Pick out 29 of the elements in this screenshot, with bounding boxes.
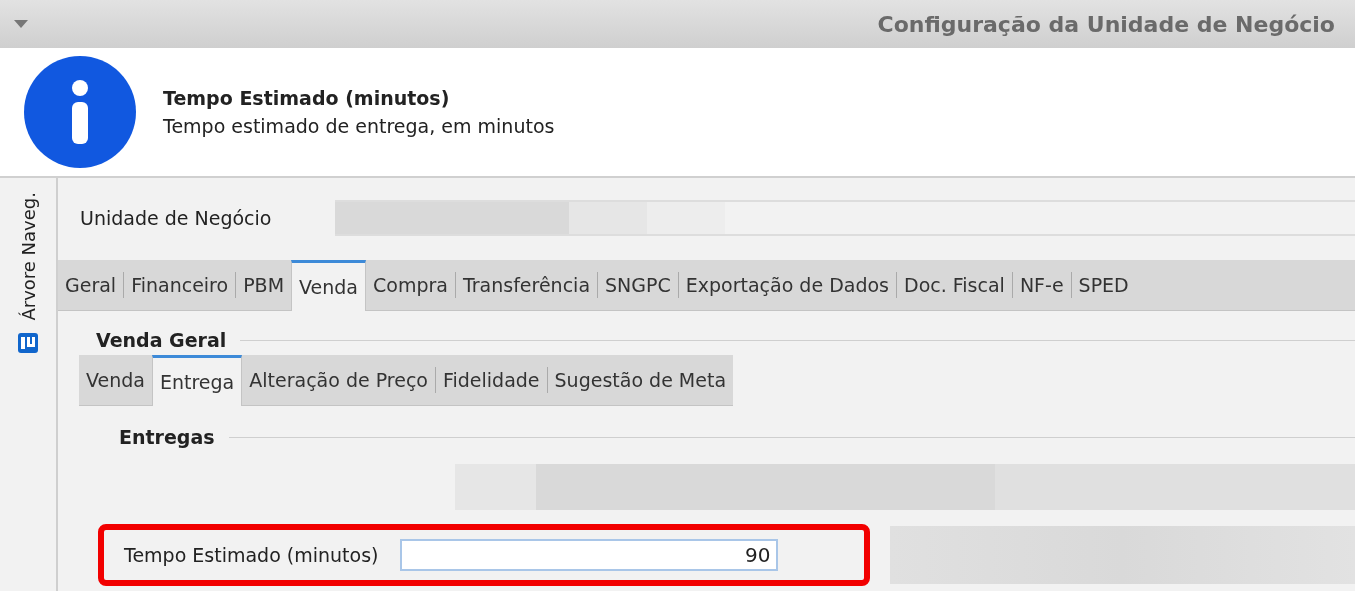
tab[interactable]: Exportação de Dados — [678, 260, 896, 310]
section-title: Entregas — [119, 426, 215, 448]
minutes-input[interactable]: 90 — [400, 539, 779, 571]
tab[interactable]: Doc. Fiscal — [897, 260, 1012, 310]
tab[interactable]: Entrega — [151, 355, 243, 406]
tab[interactable]: SPED — [1071, 260, 1136, 310]
tab[interactable]: PBM — [236, 260, 292, 310]
tab[interactable]: NF-e — [1012, 260, 1071, 310]
field-label: Unidade de Negócio — [80, 207, 273, 229]
info-icon — [24, 56, 136, 168]
tab[interactable]: Venda — [79, 355, 152, 405]
info-description: Tempo estimado de entrega, em minutos — [163, 115, 555, 137]
tab[interactable]: Transferência — [455, 260, 598, 310]
info-title: Tempo Estimado (minutos) — [163, 87, 451, 109]
group-title: Venda Geral — [96, 329, 227, 351]
business-unit-field[interactable] — [335, 200, 1355, 236]
window-title: Configuração da Unidade de Negócio — [877, 11, 1335, 37]
navigation-tree-tab[interactable]: Árvore Naveg. — [17, 192, 39, 321]
tab[interactable]: Venda — [291, 260, 366, 311]
caret-icon[interactable] — [14, 20, 28, 28]
field-label: Tempo Estimado (minutos) — [124, 544, 379, 566]
tab[interactable]: SNGPC — [598, 260, 678, 310]
tab[interactable]: Compra — [366, 260, 455, 310]
tab[interactable]: Sugestão de Meta — [547, 355, 734, 405]
tab[interactable]: Alteração de Preço — [242, 355, 435, 405]
tab[interactable]: Geral — [58, 260, 124, 310]
tab[interactable]: Fidelidade — [435, 355, 547, 405]
tab[interactable]: Financeiro — [124, 260, 236, 310]
tree-icon[interactable] — [18, 332, 38, 353]
